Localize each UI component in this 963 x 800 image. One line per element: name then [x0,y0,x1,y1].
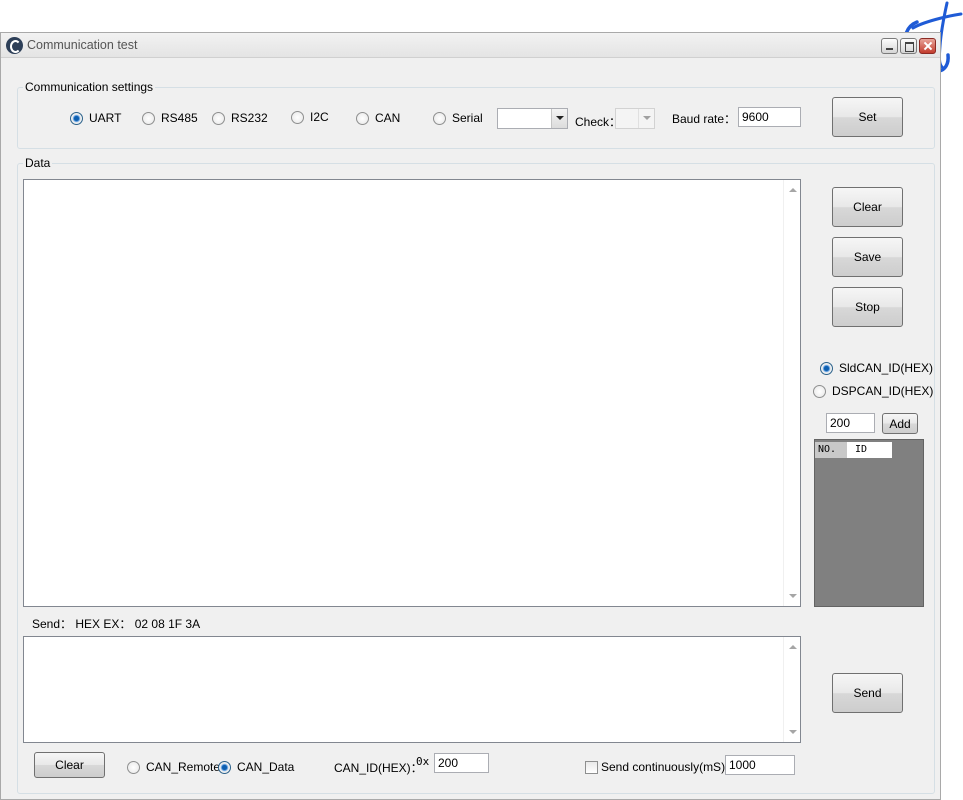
radio-rs232[interactable]: RS232 [212,111,268,125]
can-id-hex-label: CAN_ID(HEX)： [334,761,423,775]
received-data-scrollbar[interactable] [783,180,800,606]
scroll-down-icon[interactable] [789,594,797,598]
radio-can-label: CAN [375,111,401,125]
stop-button[interactable]: Stop [832,287,903,327]
radio-i2c[interactable]: I2C [291,110,329,124]
radio-indicator [218,760,231,774]
minimize-button[interactable] [881,38,898,54]
serial-port-select[interactable] [497,108,568,129]
app-logo-icon [6,37,23,54]
chevron-down-icon[interactable] [638,109,654,128]
clear-data-button[interactable]: Clear [832,187,903,227]
radio-indicator [433,111,446,125]
radio-sldcan-id-label: SldCAN_ID(HEX) [839,361,934,375]
main-window: Communication test Communication setting… [0,32,941,800]
chevron-down-icon[interactable] [551,109,567,128]
send-button[interactable]: Send [832,673,903,713]
received-data-textarea[interactable] [23,179,801,607]
window-title: Communication test [27,38,138,52]
radio-can-data-label: CAN_Data [237,760,295,774]
radio-serial[interactable]: Serial [433,111,483,125]
clear-send-button[interactable]: Clear [34,752,105,778]
send-continuously-label: Send continuously(mS) [601,760,726,774]
send-data-textarea[interactable] [23,636,801,743]
title-bar[interactable]: Communication test [1,33,940,58]
list-header-no[interactable]: NO. [815,442,847,458]
check-select[interactable] [615,108,655,129]
send-hint: Send： HEX EX： 02 08 1F 3A [32,617,201,631]
send-interval-input[interactable]: 1000 [725,755,795,775]
send-data-scrollbar[interactable] [783,637,800,742]
radio-can-remote-label: CAN_Remote [146,760,221,774]
radio-rs485[interactable]: RS485 [142,111,198,125]
radio-sldcan-id[interactable]: SldCAN_ID(HEX) [820,361,933,375]
id-list[interactable]: NO. ID [814,439,924,607]
radio-i2c-label: I2C [310,110,329,124]
baud-rate-input[interactable]: 9600 [738,107,801,127]
radio-indicator [212,111,225,125]
close-button[interactable] [919,38,936,54]
scroll-up-icon[interactable] [789,188,797,192]
radio-uart-label: UART [89,111,122,125]
can-id-input[interactable]: 200 [434,753,489,773]
radio-indicator [813,384,826,398]
send-continuously-checkbox[interactable]: Send continuously(mS) [585,760,725,774]
radio-rs485-label: RS485 [161,111,198,125]
hex-prefix-label: 0x [416,755,430,768]
radio-rs232-label: RS232 [231,111,268,125]
scroll-up-icon[interactable] [789,645,797,649]
checkbox-indicator [585,760,598,774]
radio-dspcan-id[interactable]: DSPCAN_ID(HEX) [813,384,933,398]
scroll-down-icon[interactable] [789,730,797,734]
list-header-id[interactable]: ID [847,442,892,458]
radio-can[interactable]: CAN [356,111,400,125]
data-group-label: Data [23,156,53,170]
radio-indicator [291,110,304,124]
radio-indicator [127,760,140,774]
radio-indicator [142,111,155,125]
set-button[interactable]: Set [832,97,903,137]
save-button[interactable]: Save [832,237,903,277]
radio-uart[interactable]: UART [70,111,121,125]
radio-indicator [356,111,369,125]
radio-can-remote[interactable]: CAN_Remote [127,760,220,774]
maximize-button[interactable] [900,38,917,54]
communication-settings-label: Communication settings [23,80,156,94]
radio-dspcan-id-label: DSPCAN_ID(HEX) [832,384,934,398]
radio-indicator [820,361,833,375]
add-id-button[interactable]: Add [882,413,918,434]
radio-can-data[interactable]: CAN_Data [218,760,294,774]
radio-serial-label: Serial [452,111,483,125]
id-input[interactable]: 200 [826,413,875,433]
baud-rate-label: Baud rate： [672,112,737,126]
radio-indicator [70,111,83,125]
